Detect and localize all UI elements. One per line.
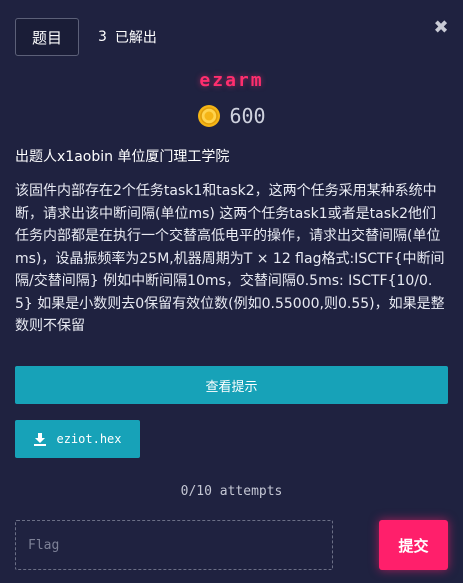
author-line: 出题人x1aobin 单位厦门理工学院 bbox=[15, 149, 230, 165]
solved-label: 已解出 bbox=[114, 30, 157, 46]
solved-info[interactable]: 3 已解出 bbox=[98, 27, 157, 47]
challenge-points: 600 bbox=[0, 104, 463, 128]
view-hint-button[interactable]: 查看提示 bbox=[15, 366, 448, 404]
close-icon[interactable]: ✖ bbox=[433, 19, 449, 37]
solved-count: 3 bbox=[98, 29, 107, 45]
download-icon bbox=[34, 433, 47, 446]
flag-input[interactable] bbox=[15, 520, 333, 570]
tab-challenge-label: 题目 bbox=[31, 28, 62, 47]
points-value: 600 bbox=[229, 104, 266, 128]
tab-challenge[interactable]: 题目 bbox=[15, 18, 79, 56]
challenge-title: ezarm bbox=[199, 70, 264, 91]
submit-label: 提交 bbox=[398, 536, 429, 555]
submit-button[interactable]: 提交 bbox=[379, 520, 448, 570]
coin-icon bbox=[198, 105, 221, 127]
view-hint-label: 查看提示 bbox=[205, 379, 258, 395]
challenge-header: 题目 3 已解出 bbox=[15, 17, 157, 57]
download-file-button[interactable]: eziot.hex bbox=[15, 420, 140, 458]
download-file-label: eziot.hex bbox=[56, 432, 122, 446]
attempts-counter: 0/10 attempts bbox=[180, 484, 283, 499]
challenge-description: 该固件内部存在2个任务task1和task2，这两个任务采用某种系统中断，请求出… bbox=[15, 183, 445, 334]
